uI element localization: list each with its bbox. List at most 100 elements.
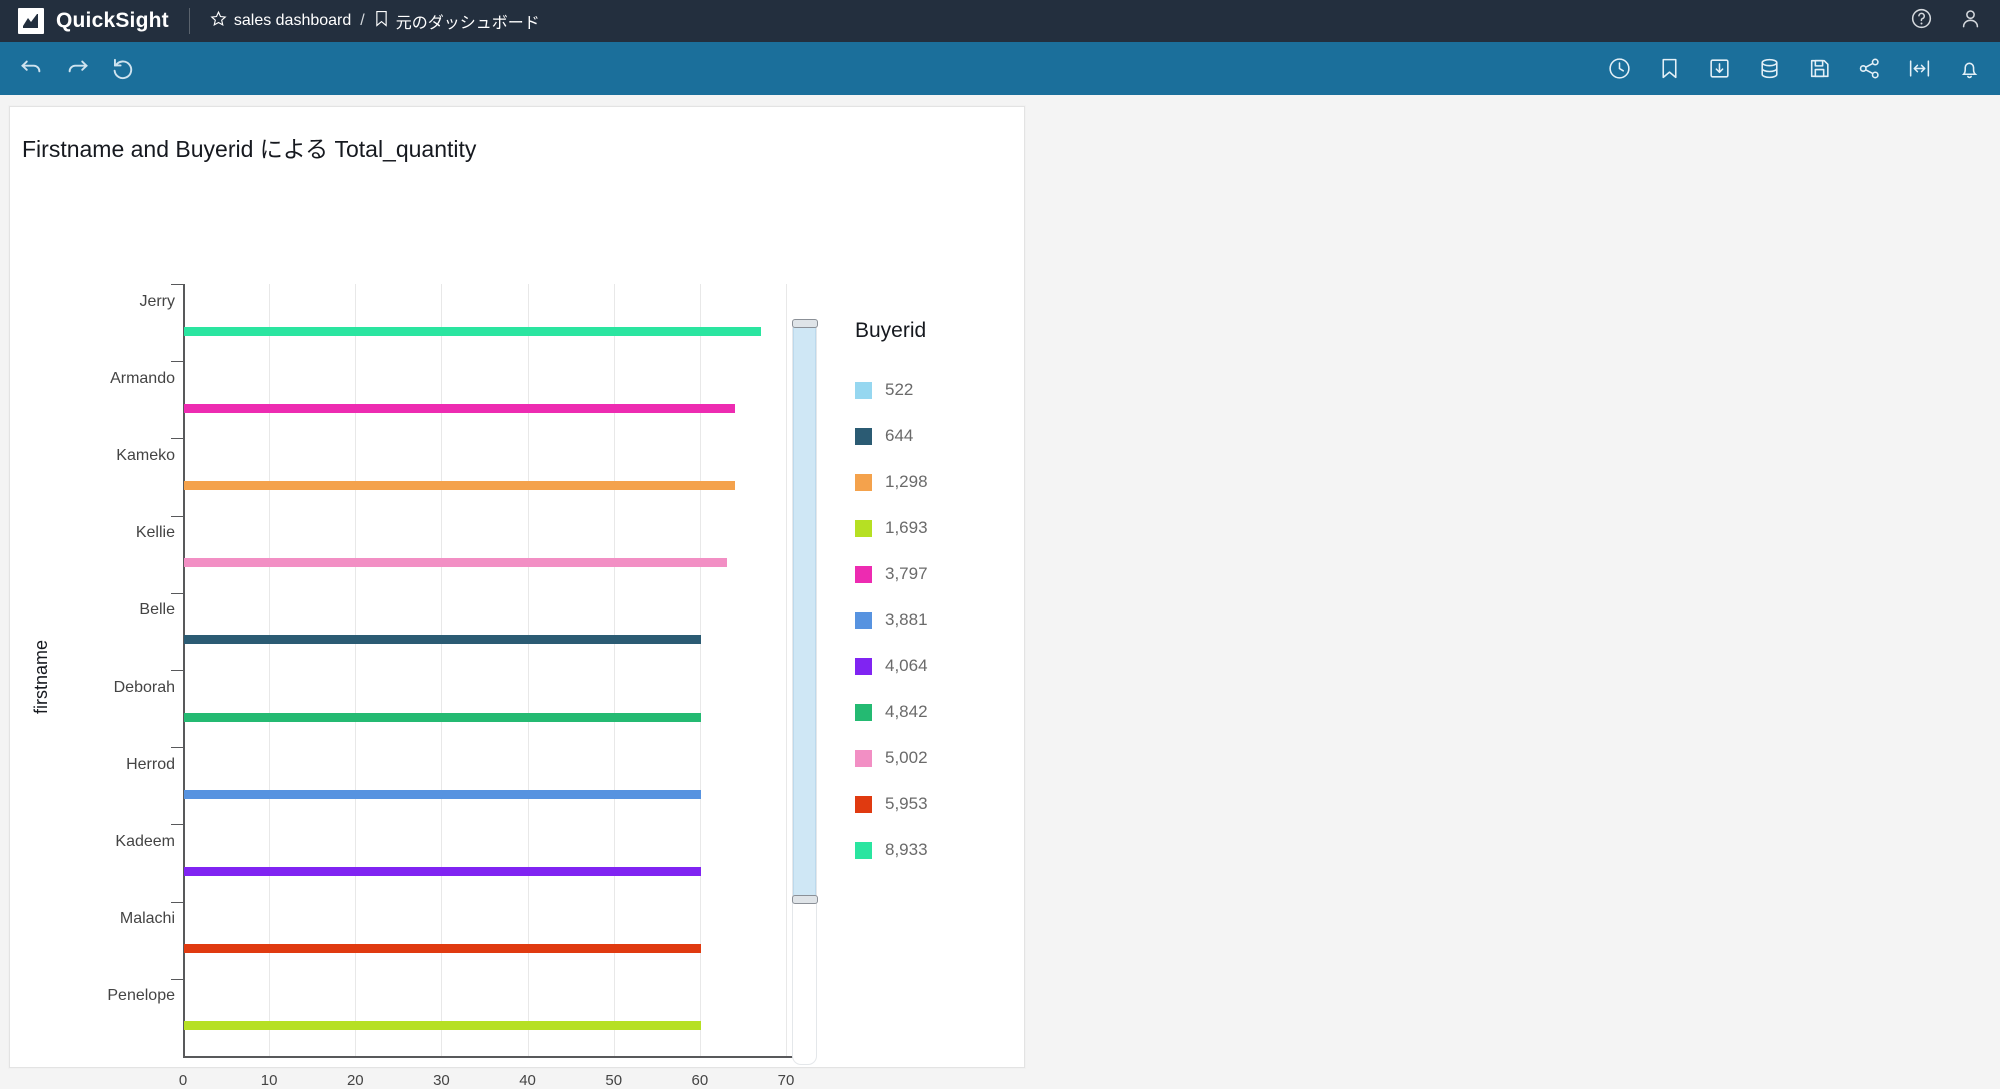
chart-bar[interactable] (184, 481, 736, 490)
legend-color-swatch (855, 611, 872, 629)
chart-legend: Buyerid 522 644 1,298 1,693 3,797 3,881 4,064 4… (855, 319, 1015, 873)
legend-color-swatch (855, 703, 872, 721)
sheet-name: 元のダッシュボード (395, 15, 540, 32)
y-axis-tick-label: Kameko (116, 447, 175, 464)
vertical-scrollbar-thumb[interactable] (791, 319, 818, 905)
x-axis-tick-label: 30 (433, 1072, 450, 1089)
legend-item[interactable]: 1,693 (855, 505, 1015, 551)
dashboard-name: sales dashboard (233, 12, 352, 29)
y-axis-tick-mark (171, 824, 183, 826)
y-axis-tick-mark (171, 901, 183, 903)
legend-item[interactable]: 522 (855, 367, 1015, 413)
legend-color-swatch (855, 841, 872, 859)
y-axis-tick-mark (171, 670, 183, 671)
y-axis-tick-label: Kellie (135, 524, 175, 542)
legend-item-label: 3,797 (885, 564, 928, 583)
x-axis-tick-label: 70 (777, 1072, 795, 1089)
toolbar-right-group (1607, 56, 1982, 81)
chart-bar[interactable] (184, 789, 701, 799)
y-axis-tick-mark (171, 361, 183, 363)
visual-container[interactable]: Firstname and Buyerid による Total_quantity… (9, 106, 1025, 1089)
chart-bar[interactable] (184, 635, 701, 645)
grid-line (441, 284, 443, 1056)
export-download-icon[interactable] (1707, 56, 1732, 81)
breadcrumb: sales dashboard / 元のダッシュボード (210, 9, 540, 33)
grid-line (613, 284, 615, 1056)
user-profile-icon[interactable] (1959, 7, 1982, 35)
y-axis-tick-mark (171, 438, 183, 440)
legend-color-swatch (855, 519, 872, 537)
share-icon[interactable] (1857, 56, 1882, 81)
scrollbar-grip-bottom[interactable] (791, 895, 818, 905)
bookmark-icon[interactable] (1657, 56, 1682, 81)
legend-item[interactable]: 5,002 (855, 735, 1015, 781)
y-axis-title: firstname (31, 639, 51, 715)
chart-bar[interactable] (184, 403, 736, 413)
legend-color-swatch (855, 473, 872, 491)
legend-item-label: 1,298 (885, 472, 928, 491)
brand-area[interactable]: QuickSight (18, 8, 169, 34)
x-axis-tick-label: 0 (178, 1072, 188, 1089)
vertical-scrollbar[interactable] (791, 319, 818, 1065)
legend-item[interactable]: 5,953 (855, 781, 1015, 827)
legend-item-label: 1,693 (885, 518, 928, 537)
history-clock-icon[interactable] (1607, 56, 1632, 81)
help-icon[interactable] (1910, 7, 1933, 35)
y-axis-tick-mark (171, 747, 183, 749)
legend-color-swatch (855, 427, 872, 445)
brand-name: QuickSight (56, 9, 169, 32)
grid-line (699, 284, 701, 1056)
chart-bar[interactable] (184, 867, 701, 876)
x-axis-tick-label: 40 (519, 1072, 536, 1089)
y-axis-tick-mark (171, 592, 183, 594)
legend-item-label: 4,842 (885, 702, 928, 721)
x-axis-line (183, 1056, 794, 1058)
toolbar-left-group (18, 55, 137, 82)
legend-item[interactable]: 1,298 (855, 459, 1015, 505)
dataset-icon[interactable] (1757, 56, 1782, 81)
legend-item-label: 8,933 (885, 840, 928, 859)
bookmark-sheet-icon (374, 10, 389, 32)
legend-item[interactable]: 4,064 (855, 643, 1015, 689)
legend-color-swatch (855, 657, 872, 675)
legend-item[interactable]: 644 (855, 413, 1015, 459)
legend-item-label: 5,002 (885, 748, 928, 767)
y-axis-tick-label: Herrod (126, 755, 175, 773)
redo-icon[interactable] (64, 55, 91, 82)
legend-item-label: 4,064 (885, 656, 928, 675)
x-axis-tick-label: 50 (605, 1072, 623, 1089)
chart-bar[interactable] (184, 1021, 701, 1031)
legend-color-swatch (855, 795, 872, 813)
legend-title: Buyerid (855, 319, 927, 342)
y-axis-tick-label: Kadeem (115, 833, 175, 850)
chart-bar[interactable] (184, 712, 701, 722)
save-icon[interactable] (1807, 56, 1832, 81)
legend-color-swatch (855, 565, 872, 583)
reset-icon[interactable] (110, 55, 137, 82)
breadcrumb-dashboard[interactable]: sales dashboard (210, 10, 351, 32)
chart-bar[interactable] (184, 944, 701, 954)
y-axis-tick-label: Penelope (107, 987, 175, 1005)
x-axis-tick-label: 10 (260, 1072, 278, 1089)
alerts-bell-icon[interactable] (1957, 56, 1982, 81)
legend-item-label: 644 (885, 426, 914, 445)
y-axis-tick-label: Jerry (139, 292, 175, 310)
y-axis-tick-mark (171, 978, 183, 980)
legend-item-label: 3,881 (885, 610, 928, 629)
grid-line (527, 284, 529, 1056)
y-axis-tick-label: Belle (139, 601, 175, 619)
grid-line (269, 284, 271, 1056)
legend-item[interactable]: 3,881 (855, 597, 1015, 643)
legend-item[interactable]: 3,797 (855, 551, 1015, 597)
legend-item-label: 5,953 (885, 794, 928, 813)
scrollbar-grip-top[interactable] (791, 319, 818, 328)
star-icon[interactable] (210, 10, 227, 32)
fit-width-icon[interactable] (1907, 56, 1932, 81)
chart-bar[interactable] (184, 326, 762, 336)
undo-icon[interactable] (18, 55, 45, 82)
breadcrumb-sheet[interactable]: 元のダッシュボード (374, 9, 540, 33)
legend-item[interactable]: 4,842 (855, 689, 1015, 735)
legend-item[interactable]: 8,933 (855, 827, 1015, 873)
x-axis-tick-label: 20 (346, 1072, 364, 1089)
chart-bar[interactable] (184, 558, 727, 568)
